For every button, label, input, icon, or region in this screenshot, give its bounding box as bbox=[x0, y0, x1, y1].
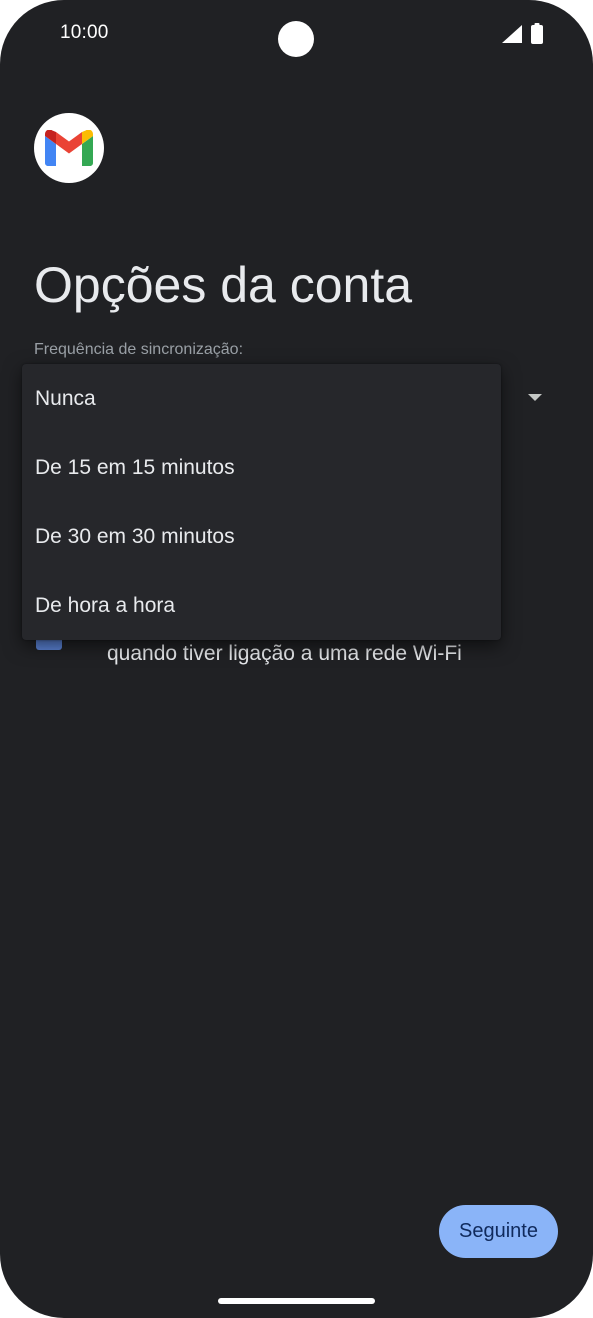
battery-icon bbox=[531, 23, 543, 44]
menu-item-never[interactable]: Nunca bbox=[22, 364, 501, 433]
sync-frequency-menu: Nunca De 15 em 15 minutos De 30 em 30 mi… bbox=[22, 364, 501, 640]
dropdown-arrow-icon[interactable] bbox=[528, 394, 542, 401]
page-title: Opções da conta bbox=[34, 256, 413, 313]
home-indicator[interactable] bbox=[218, 1298, 375, 1304]
menu-item-30-minutes[interactable]: De 30 em 30 minutos bbox=[22, 502, 501, 571]
status-time: 10:00 bbox=[60, 22, 109, 43]
camera-cutout bbox=[278, 21, 314, 57]
sync-frequency-label: Frequência de sincronização: bbox=[34, 341, 244, 358]
gmail-logo-icon bbox=[45, 130, 93, 166]
signal-icon bbox=[502, 25, 522, 43]
gmail-logo bbox=[34, 113, 104, 183]
wifi-sync-label: quando tiver ligação a uma rede Wi-Fi bbox=[107, 642, 462, 665]
phone-screen: 10:00 Opções da conta Frequência de sinc… bbox=[0, 0, 593, 1318]
next-button[interactable]: Seguinte bbox=[439, 1205, 558, 1258]
menu-item-15-minutes[interactable]: De 15 em 15 minutos bbox=[22, 433, 501, 502]
menu-item-hourly[interactable]: De hora a hora bbox=[22, 571, 501, 640]
